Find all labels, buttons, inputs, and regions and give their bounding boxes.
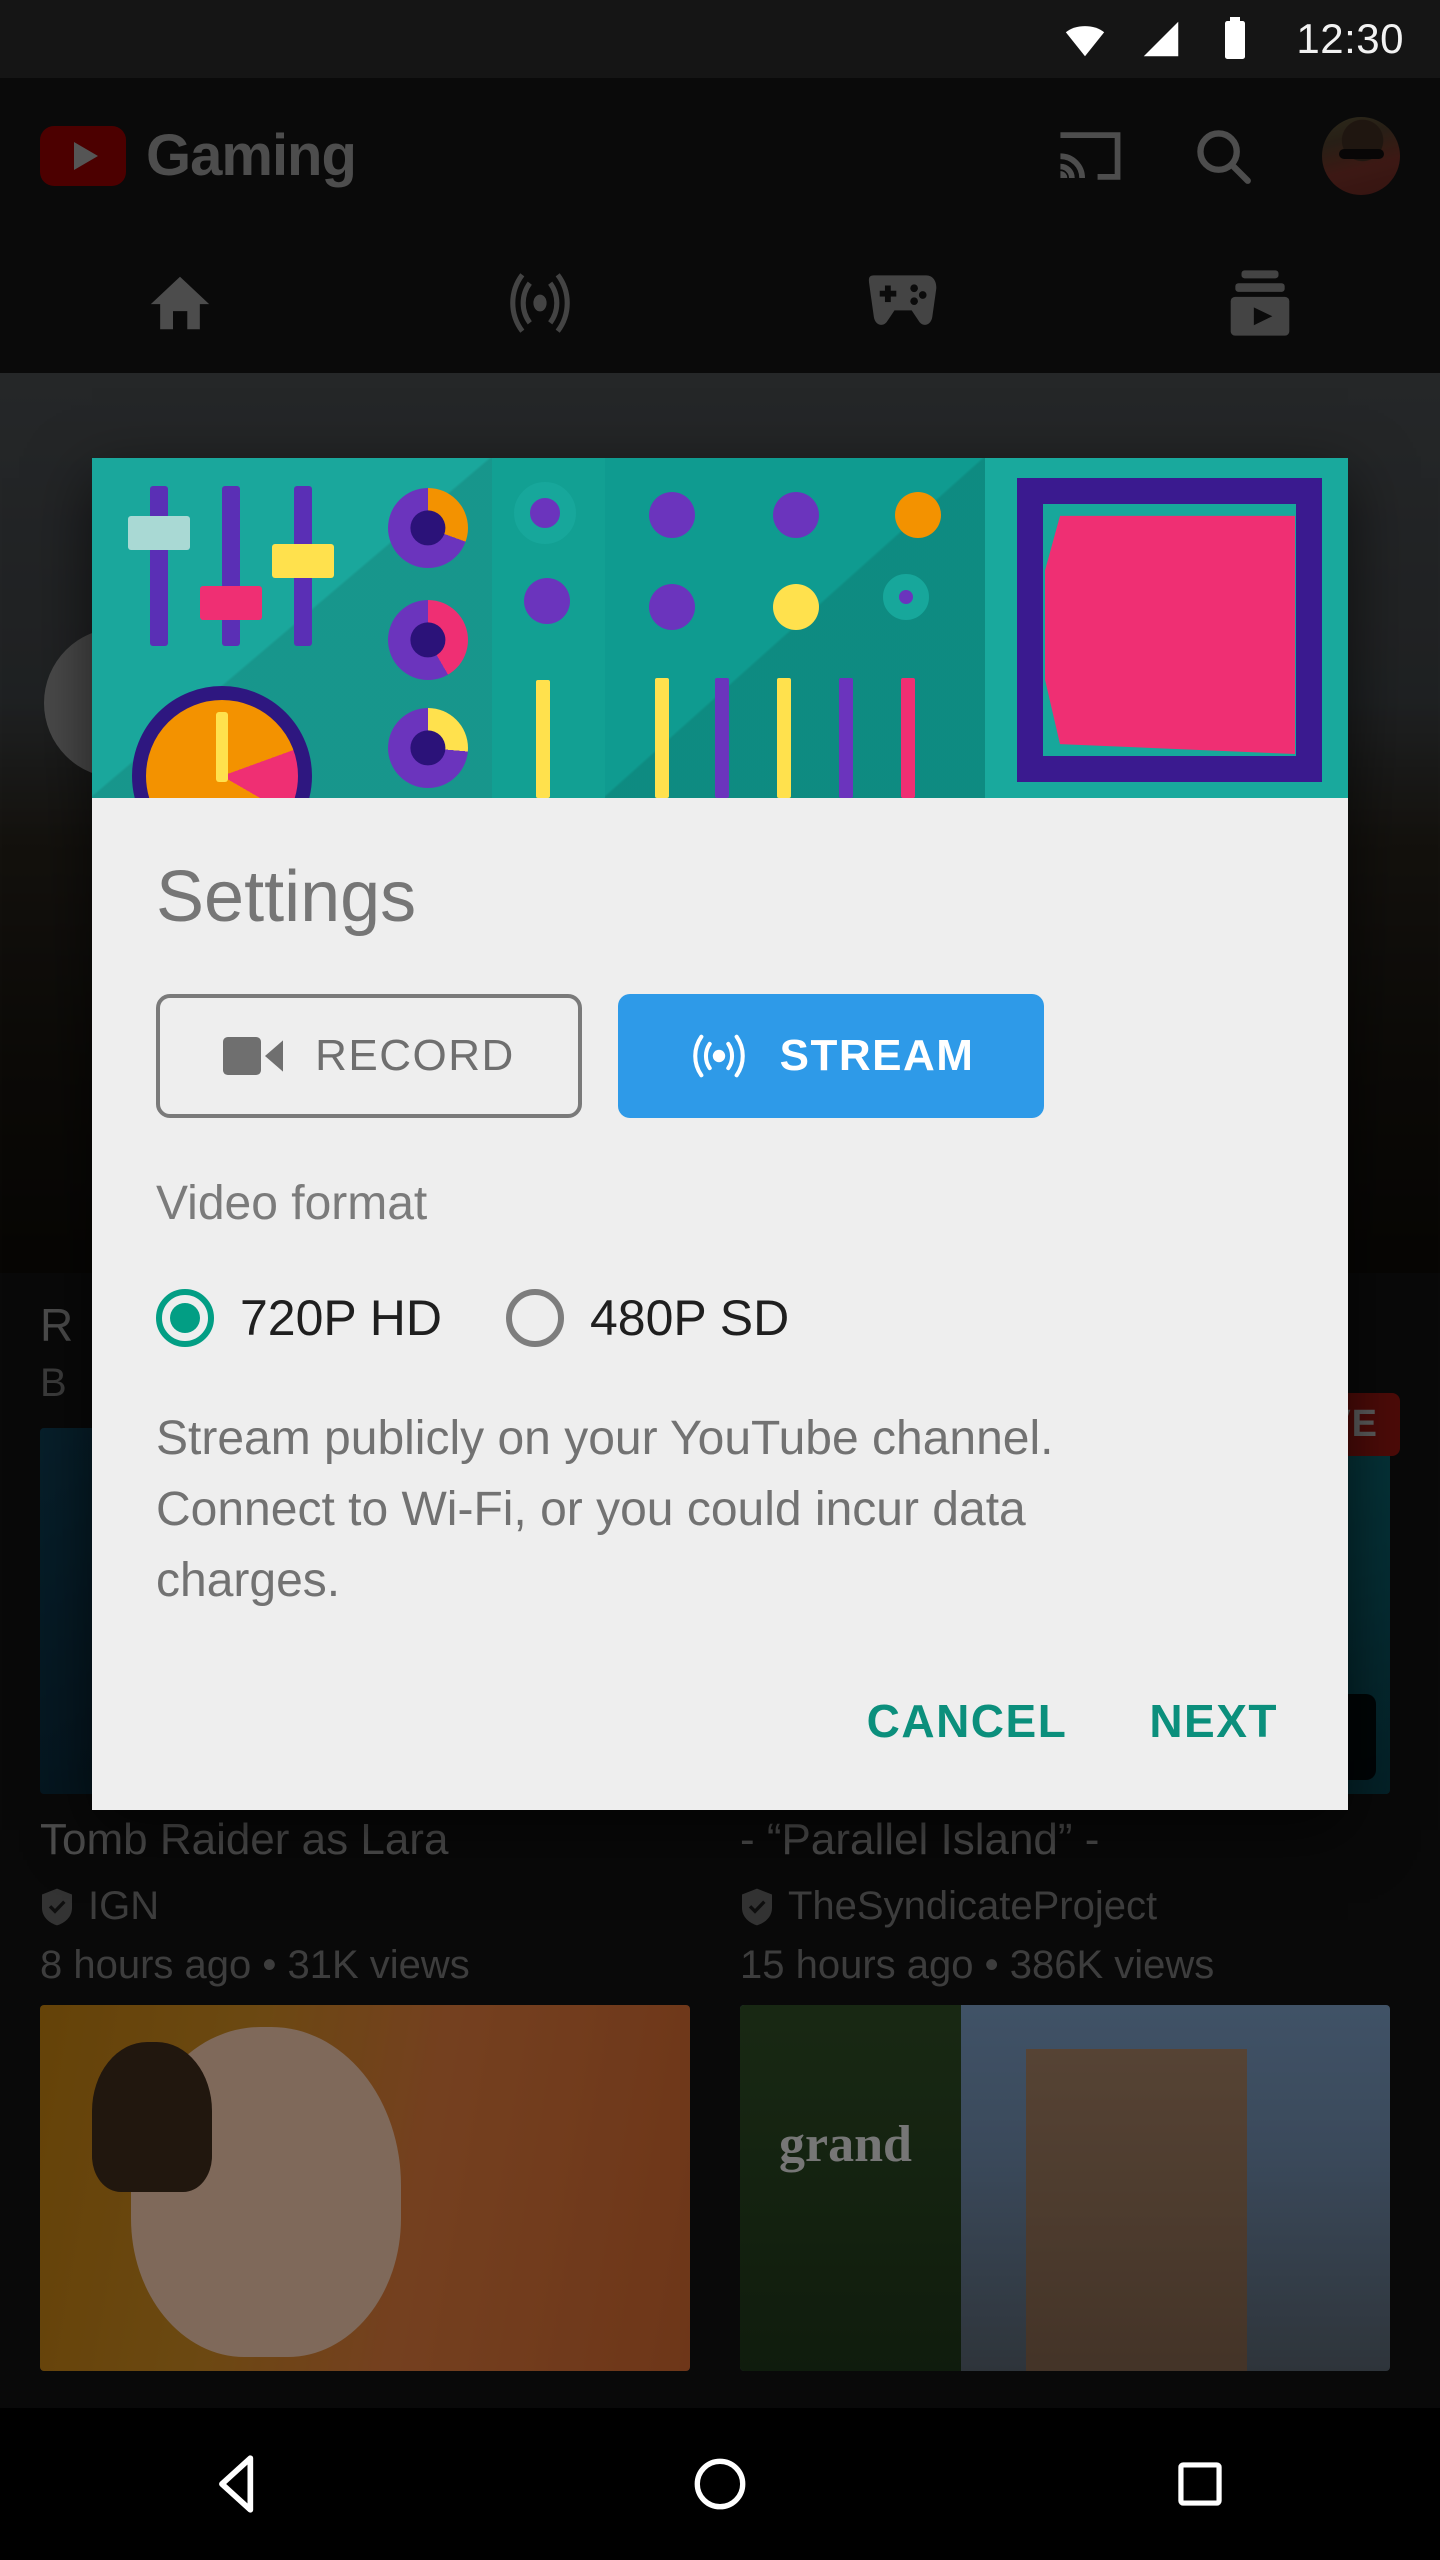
wifi-icon xyxy=(1066,26,1105,57)
home-circle-icon xyxy=(694,2458,746,2510)
settings-illustration xyxy=(92,458,1348,798)
record-button-label: RECORD xyxy=(315,1031,515,1080)
dialog-description: Stream publicly on your YouTube channel.… xyxy=(156,1412,1054,1608)
dialog-actions: CANCEL NEXT xyxy=(156,1684,1284,1770)
back-triangle-icon xyxy=(219,2455,254,2513)
home-button[interactable] xyxy=(640,2434,800,2534)
radio-720p-hd[interactable]: 720P HD xyxy=(156,1289,442,1347)
radio-selected-icon xyxy=(156,1289,214,1347)
dialog-title: Settings xyxy=(156,857,417,937)
radio-label: 720P HD xyxy=(240,1290,442,1346)
next-button[interactable]: NEXT xyxy=(1143,1684,1284,1758)
stream-button[interactable]: STREAM xyxy=(618,994,1044,1118)
video-format-label: Video format xyxy=(156,1177,428,1230)
dialog-body: Settings RECORD STREAM Video format 720P… xyxy=(92,798,1348,1811)
phone-screen: 12:30 Gaming R B Tomb Raider as Lara IGN… xyxy=(0,0,1440,2560)
radio-480p-sd[interactable]: 480P SD xyxy=(505,1289,790,1347)
recents-square-icon xyxy=(1178,2462,1222,2506)
video-format-radio-group: 720P HD 480P SD xyxy=(156,1289,1284,1347)
record-button[interactable]: RECORD xyxy=(156,994,582,1118)
recents-button[interactable] xyxy=(1120,2434,1280,2534)
android-nav-bar xyxy=(0,2408,1440,2560)
video-camera-icon xyxy=(223,1037,284,1075)
mode-toggle-group: RECORD STREAM xyxy=(156,994,1284,1118)
back-button[interactable] xyxy=(160,2434,320,2534)
cellular-signal-icon xyxy=(1144,21,1179,57)
radio-label: 480P SD xyxy=(589,1290,790,1346)
status-bar: 12:30 xyxy=(0,0,1440,78)
settings-dialog: Settings RECORD STREAM Video format 720P… xyxy=(92,458,1348,1811)
radio-unselected-icon xyxy=(505,1289,564,1347)
broadcast-icon xyxy=(692,1034,745,1078)
cancel-button[interactable]: CANCEL xyxy=(861,1684,1074,1758)
status-bar-time: 12:30 xyxy=(1296,15,1404,62)
battery-icon xyxy=(1225,17,1246,59)
stream-button-label: STREAM xyxy=(779,1031,975,1080)
